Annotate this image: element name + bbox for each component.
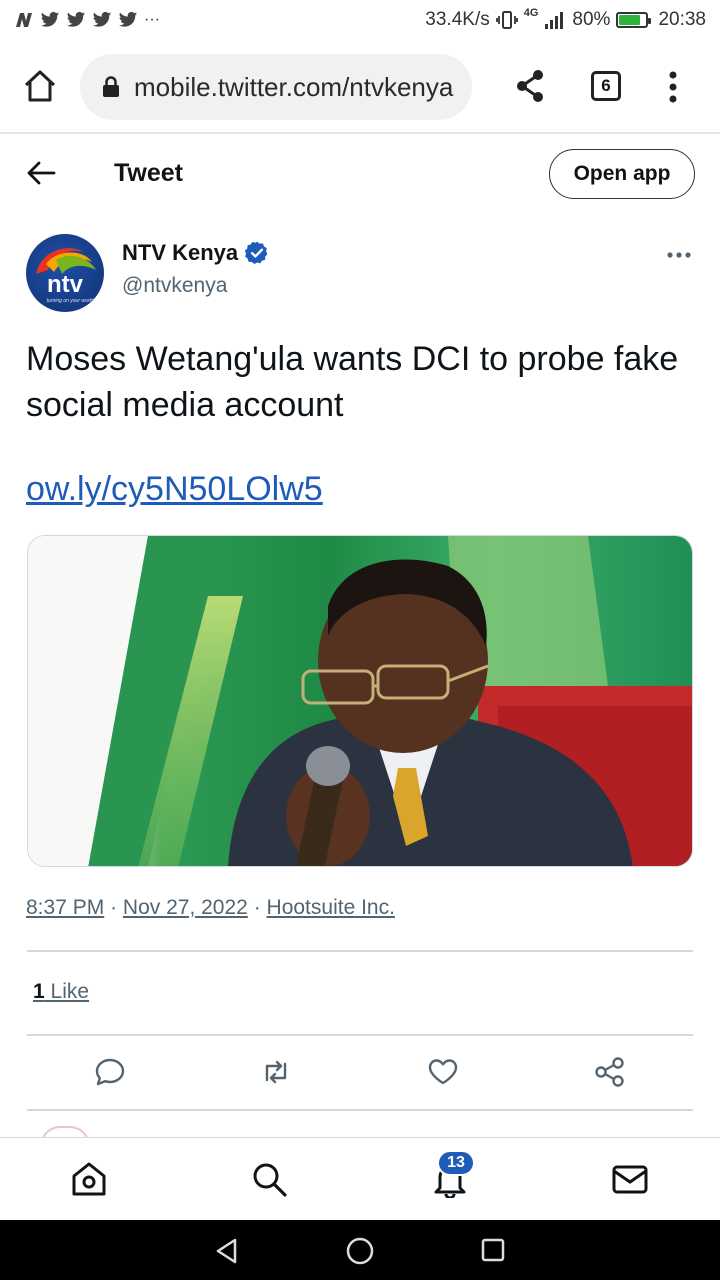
svg-text:ntv: ntv (47, 271, 84, 298)
tweet-text: Moses Wetang'ula wants DCI to probe fake… (26, 340, 679, 424)
network-type: 4G (523, 7, 539, 19)
notification-badge: 13 (437, 1150, 475, 1176)
more-options-icon[interactable] (666, 245, 692, 265)
share-icon[interactable] (514, 68, 546, 104)
home-nav-icon[interactable] (345, 1236, 375, 1266)
more-notifications-icon: ··· (144, 11, 160, 28)
messages-icon[interactable] (611, 1160, 649, 1198)
battery-percent: 80% (572, 9, 611, 30)
lock-icon (103, 76, 119, 97)
url-text: mobile.twitter.com/ntvkenya (134, 71, 454, 102)
recents-nav-icon[interactable] (480, 1237, 506, 1263)
tweet-link[interactable]: ow.ly/cy5N50LOlw5 (26, 470, 323, 509)
battery-icon (616, 12, 652, 28)
meta-separator: · (110, 896, 118, 919)
tweet-date[interactable]: Nov 27, 2022 (123, 896, 248, 919)
meta-separator: · (253, 896, 261, 919)
battery-fill (619, 15, 641, 25)
svg-text:turning on your world: turning on your world (47, 298, 94, 304)
divider (27, 950, 693, 952)
status-right: 33.4K/s 4G 80% 20:38 (425, 7, 706, 31)
system-navigation-bar (0, 1220, 720, 1280)
back-arrow-icon[interactable] (26, 160, 56, 186)
twitter-notification-icon (66, 11, 86, 27)
signal-icon (545, 12, 564, 29)
home-icon[interactable] (70, 1160, 108, 1198)
network-speed: 33.4K/s (425, 9, 490, 30)
share-tweet-icon[interactable] (594, 1056, 626, 1088)
tab-switcher-button[interactable]: 6 (591, 71, 621, 101)
likes-count[interactable]: 1 Like (33, 980, 89, 1004)
back-nav-icon[interactable] (213, 1237, 241, 1265)
reply-icon[interactable] (94, 1056, 126, 1088)
vibrate-icon (495, 11, 518, 29)
tweet-source[interactable]: Hootsuite Inc. (267, 896, 395, 919)
like-count-value: 1 (33, 980, 45, 1003)
browser-toolbar: mobile.twitter.com/ntvkenya 6 (0, 40, 720, 134)
search-icon[interactable] (250, 1160, 288, 1198)
home-icon[interactable] (22, 68, 58, 104)
open-app-button[interactable]: Open app (549, 149, 695, 199)
retweet-icon[interactable] (260, 1056, 292, 1088)
author-handle[interactable]: @ntvkenya (122, 274, 227, 298)
twitter-notification-icon (118, 11, 138, 27)
clock: 20:38 (658, 9, 706, 30)
tweet-photo (28, 536, 692, 866)
bottom-navigation: 13 (0, 1137, 720, 1220)
like-icon[interactable] (427, 1056, 459, 1088)
tweet-header: Tweet Open app (0, 136, 720, 212)
overflow-menu-icon[interactable] (664, 70, 682, 104)
ntv-logo: ntv turning on your world (36, 248, 96, 304)
author-display-name: NTV Kenya (122, 240, 239, 265)
tweet-image[interactable] (27, 535, 693, 867)
avatar[interactable]: ntv turning on your world (26, 234, 104, 312)
like-count-label: Like (50, 980, 90, 1003)
author-name[interactable]: NTV Kenya (122, 240, 270, 266)
status-bar: ··· 33.4K/s 4G 80% 20:38 (0, 0, 720, 40)
page-title: Tweet (114, 159, 183, 187)
address-bar[interactable]: mobile.twitter.com/ntvkenya (80, 54, 472, 120)
tweet-meta: 8:37 PM · Nov 27, 2022 · Hootsuite Inc. (26, 896, 395, 920)
notification-icons: ··· (14, 11, 160, 29)
divider (27, 1034, 693, 1036)
twitter-notification-icon (40, 11, 60, 27)
verified-badge-icon (245, 241, 268, 265)
twitter-notification-icon (92, 11, 112, 27)
tweet-time[interactable]: 8:37 PM (26, 896, 104, 919)
divider (27, 1109, 693, 1111)
news-app-icon (16, 13, 32, 27)
